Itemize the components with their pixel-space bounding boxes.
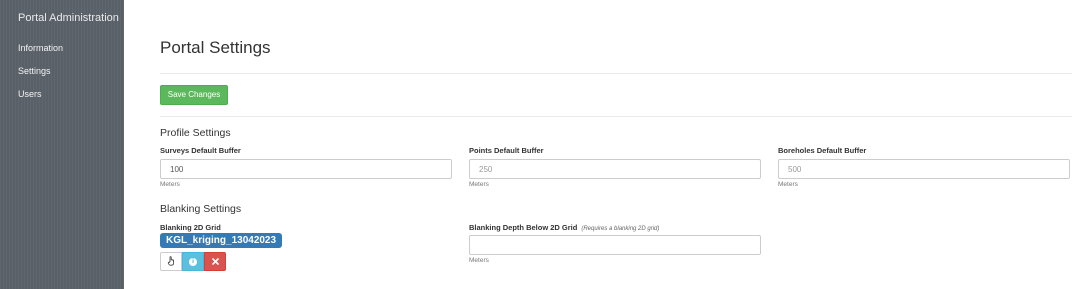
boreholes-buffer-input[interactable] <box>778 159 1070 179</box>
save-changes-button[interactable]: Save Changes <box>160 85 228 105</box>
select-grid-button[interactable] <box>160 252 182 271</box>
boreholes-buffer-help: Meters <box>778 181 798 188</box>
sidebar-item-settings[interactable]: Settings <box>18 66 51 76</box>
sidebar-item-information[interactable]: Information <box>18 43 63 53</box>
sidebar-brand[interactable]: Portal Administration <box>18 12 119 24</box>
points-buffer-help: Meters <box>469 181 489 188</box>
profile-settings-heading: Profile Settings <box>160 127 231 139</box>
blanking-settings-heading: Blanking Settings <box>160 203 242 215</box>
pointer-icon <box>167 255 176 268</box>
points-buffer-label: Points Default Buffer <box>469 146 544 155</box>
blanking-grid-actions: i <box>160 252 226 271</box>
main-content: Portal Settings Save Changes Profile Set… <box>160 0 1088 289</box>
surveys-buffer-label: Surveys Default Buffer <box>160 146 241 155</box>
page-title: Portal Settings <box>160 38 271 57</box>
close-icon <box>211 257 219 267</box>
sidebar-item-users[interactable]: Users <box>18 89 42 99</box>
divider <box>160 116 1072 117</box>
remove-grid-button[interactable] <box>204 252 226 271</box>
sidebar: Portal Administration Information Settin… <box>0 0 124 289</box>
blanking-depth-note: (Requires a blanking 2D grid) <box>581 226 660 232</box>
info-icon: i <box>189 257 197 266</box>
boreholes-buffer-label: Boreholes Default Buffer <box>778 146 867 155</box>
blanking-depth-label: Blanking Depth Below 2D Grid (Requires a … <box>469 223 659 232</box>
surveys-buffer-input[interactable] <box>160 159 452 179</box>
points-buffer-input[interactable] <box>469 159 761 179</box>
grid-info-button[interactable]: i <box>182 252 204 271</box>
blanking-depth-help: Meters <box>469 257 489 264</box>
blanking-depth-label-text: Blanking Depth Below 2D Grid <box>469 223 578 232</box>
blanking-grid-badge: KGL_kriging_13042023 <box>160 233 283 248</box>
blanking-grid-label: Blanking 2D Grid <box>160 223 221 232</box>
divider <box>160 73 1072 74</box>
surveys-buffer-help: Meters <box>160 181 180 188</box>
blanking-depth-input[interactable] <box>469 235 761 255</box>
